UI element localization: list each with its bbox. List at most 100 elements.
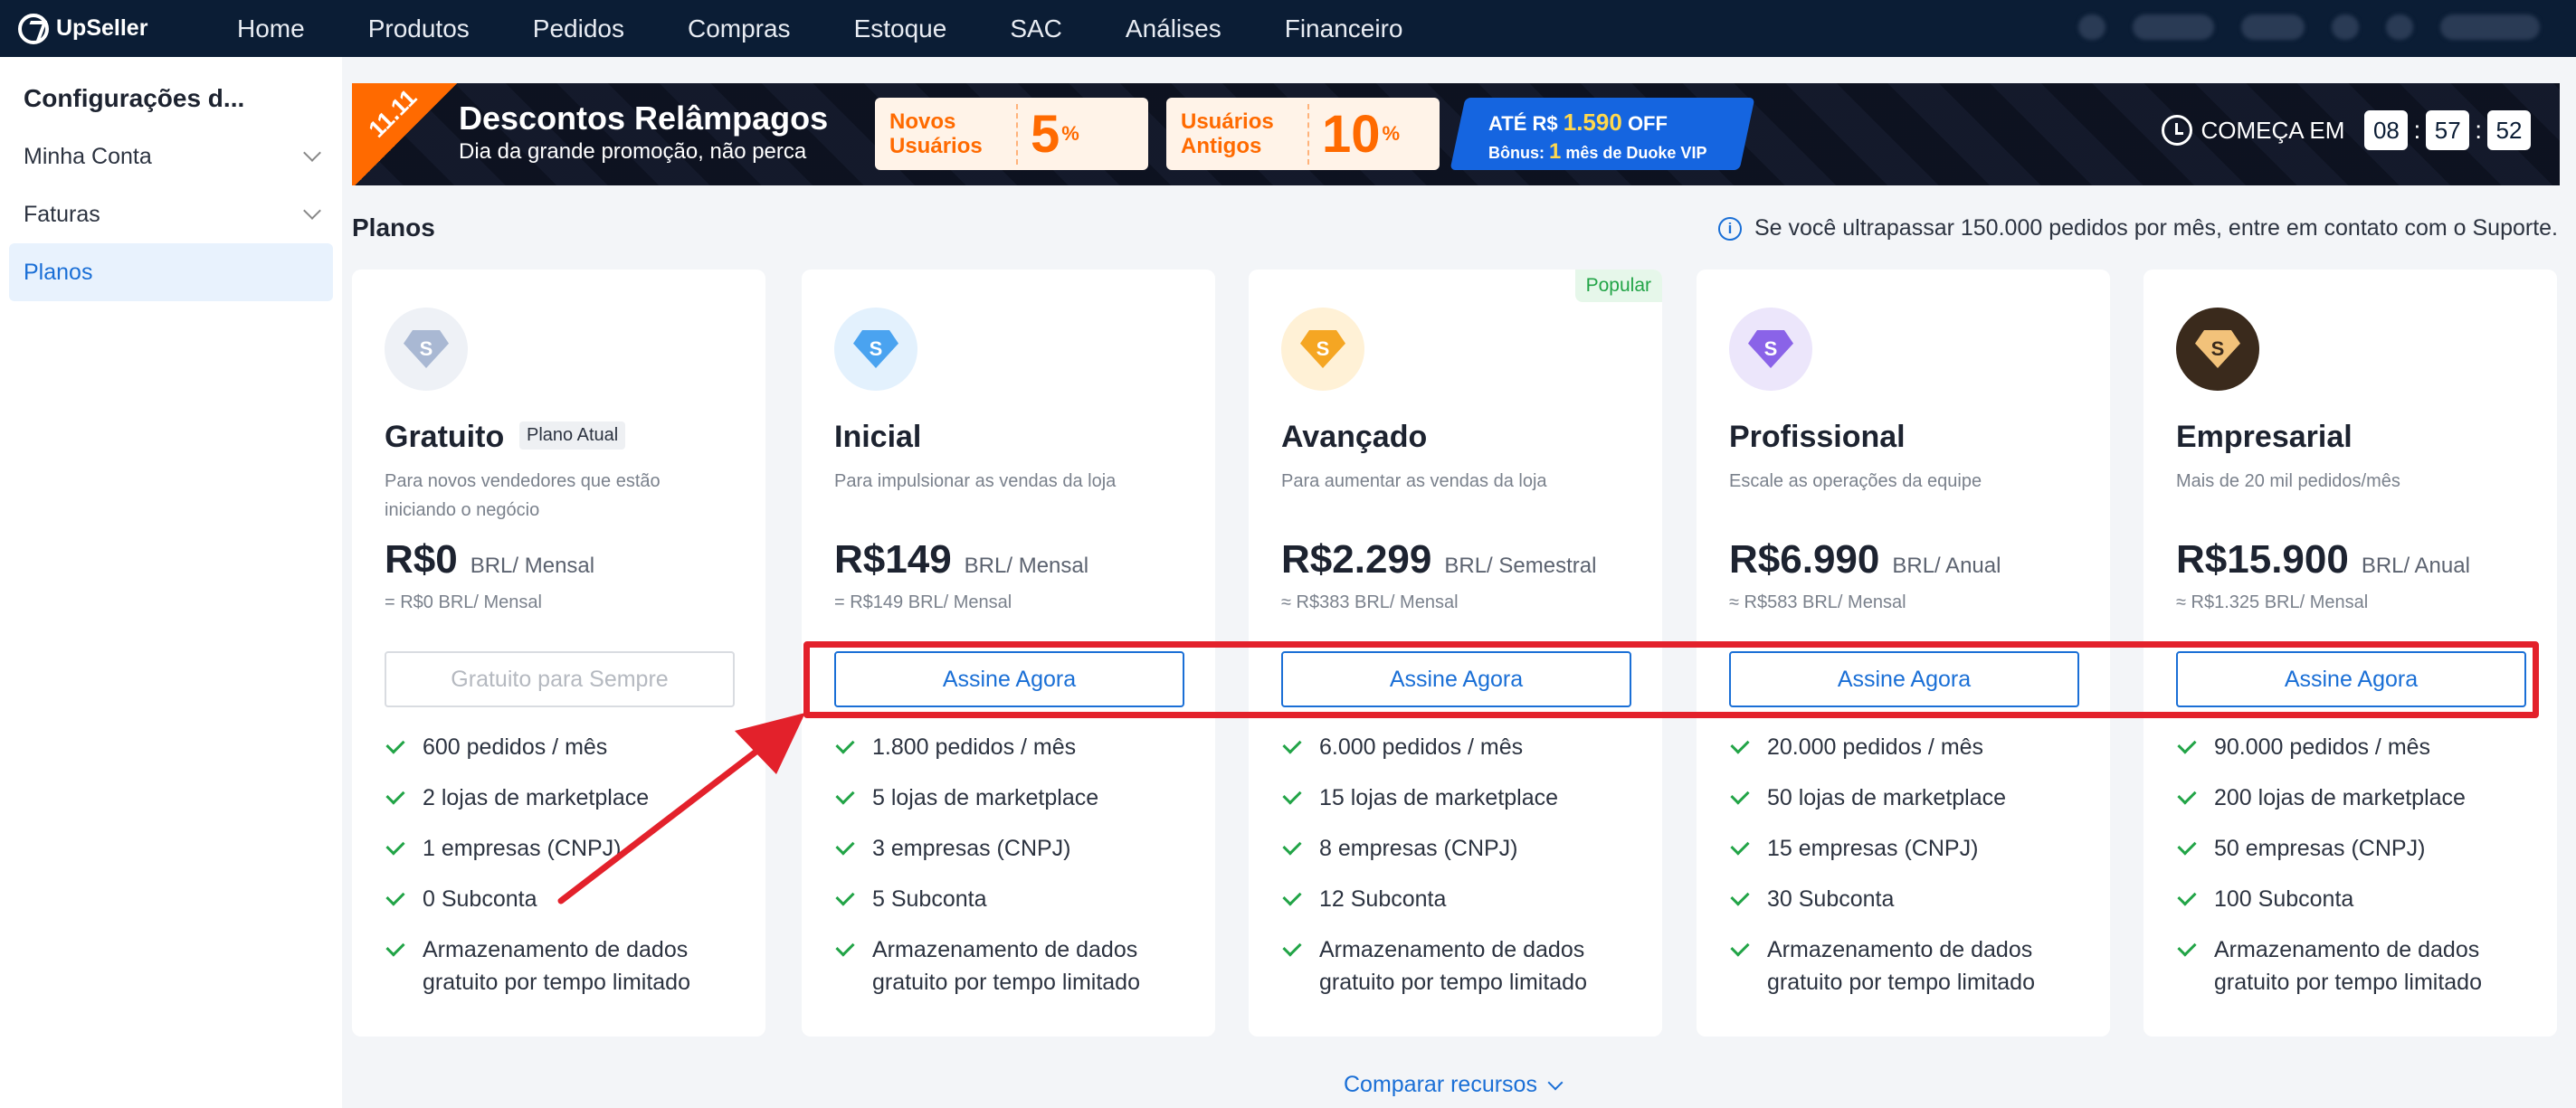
chevron-down-icon: [303, 144, 321, 162]
plan-price: R$0 BRL/ Mensal: [385, 537, 594, 582]
plan-price: R$149 BRL/ Mensal: [834, 537, 1088, 582]
feature-text: 5 lojas de marketplace: [872, 785, 1099, 810]
coupon-label: Usuários Antigos: [1181, 109, 1274, 158]
feature-text: 1.800 pedidos / mês: [872, 734, 1077, 760]
feature-text: 50 empresas (CNPJ): [2214, 836, 2426, 861]
promo-bonus-line: Bônus: 1 mês de Duoke VIP: [1488, 139, 1706, 165]
user-area-blurred: [2078, 14, 2540, 40]
feature-list: 600 pedidos / mês 2 lojas de marketplace…: [385, 731, 746, 1017]
blurred-icon[interactable]: [2078, 14, 2105, 40]
price-unit: BRL/ Anual: [1892, 554, 2001, 578]
plan-description: Para impulsionar as vendas da loja: [834, 471, 1117, 491]
coupon-old-users: Usuários Antigos 10 %: [1166, 98, 1440, 170]
feature-item: 12 Subconta: [1281, 883, 1643, 915]
feature-text: Armazenamento de dados gratuito por temp…: [423, 937, 690, 995]
subscribe-button[interactable]: Assine Agora: [2176, 651, 2526, 707]
price-note: ≈ R$1.325 BRL/ Mensal: [2176, 592, 2369, 612]
price-value: R$2.299: [1281, 537, 1432, 582]
check-icon: [1730, 886, 1750, 906]
countdown-hours: 08: [2364, 110, 2409, 150]
feature-text: 15 lojas de marketplace: [1319, 785, 1559, 810]
blurred-item[interactable]: [2241, 14, 2305, 40]
plan-description: Mais de 20 mil pedidos/mês: [2176, 471, 2400, 491]
nav-home[interactable]: Home: [237, 14, 305, 43]
nav-analises[interactable]: Análises: [1126, 14, 1221, 43]
sidebar-item-planos[interactable]: Planos: [9, 243, 333, 301]
check-icon: [385, 734, 405, 754]
sidebar-item-label: Minha Conta: [24, 143, 152, 169]
check-icon: [385, 886, 405, 906]
nav-financeiro[interactable]: Financeiro: [1285, 14, 1403, 43]
feature-text: Armazenamento de dados gratuito por temp…: [1319, 937, 1587, 995]
feature-item: 30 Subconta: [1729, 883, 2091, 915]
app-logo[interactable]: UpSeller: [18, 13, 199, 44]
check-icon: [1282, 785, 1302, 805]
chevron-down-icon: [1547, 1075, 1564, 1090]
price-value: R$149: [834, 537, 952, 582]
blurred-user[interactable]: [2440, 14, 2540, 40]
feature-text: Armazenamento de dados gratuito por temp…: [872, 937, 1140, 995]
check-icon: [2177, 836, 2197, 856]
feature-item: Armazenamento de dados gratuito por temp…: [2176, 933, 2538, 999]
banner-corner-badge: 11.11: [352, 83, 461, 185]
countdown-timer: COMEÇA EM 08 : 57 : 52: [2161, 110, 2531, 150]
plan-price: R$2.299 BRL/ Semestral: [1281, 537, 1596, 582]
check-icon: [835, 886, 855, 906]
feature-text: 1 empresas (CNPJ): [423, 836, 622, 861]
subscribe-button[interactable]: Assine Agora: [1729, 651, 2079, 707]
price-unit: BRL/ Mensal: [964, 554, 1089, 578]
price-note: ≈ R$383 BRL/ Mensal: [1281, 592, 1459, 612]
promo-prefix: ATÉ R$: [1488, 112, 1558, 135]
blurred-icon[interactable]: [2332, 14, 2359, 40]
current-plan-badge: Plano Atual: [519, 421, 626, 450]
feature-item: 15 lojas de marketplace: [1281, 781, 1643, 814]
sidebar-item-minha-conta[interactable]: Minha Conta: [9, 128, 333, 185]
nav-estoque[interactable]: Estoque: [854, 14, 947, 43]
feature-text: Armazenamento de dados gratuito por temp…: [1767, 937, 2035, 995]
sidebar-item-faturas[interactable]: Faturas: [9, 185, 333, 243]
subscribe-button[interactable]: Assine Agora: [834, 651, 1184, 707]
check-icon: [1730, 937, 1750, 957]
blurred-icon[interactable]: [2386, 14, 2413, 40]
plan-card-empresarial: S Empresarial Mais de 20 mil pedidos/mês…: [2143, 270, 2557, 1037]
feature-text: 90.000 pedidos / mês: [2214, 734, 2431, 760]
plan-icon: S: [1281, 308, 1364, 391]
main-nav: Home Produtos Pedidos Compras Estoque SA…: [237, 14, 1466, 43]
feature-text: Armazenamento de dados gratuito por temp…: [2214, 937, 2482, 995]
sidebar-item-label: Faturas: [24, 201, 100, 227]
check-icon: [2177, 785, 2197, 805]
feature-item: 90.000 pedidos / mês: [2176, 731, 2538, 763]
check-icon: [2177, 937, 2197, 957]
bonus-count: 1: [1549, 139, 1562, 164]
feature-item: 1.800 pedidos / mês: [834, 731, 1196, 763]
plan-price: R$15.900 BRL/ Anual: [2176, 537, 2470, 582]
nav-produtos[interactable]: Produtos: [368, 14, 470, 43]
feature-item: 2 lojas de marketplace: [385, 781, 746, 814]
blurred-item[interactable]: [2133, 14, 2214, 40]
compare-features-link[interactable]: Comparar recursos: [1344, 1072, 1564, 1098]
promo-banner[interactable]: 11.11 Descontos Relâmpagos Dia da grande…: [352, 83, 2560, 185]
subscribe-button[interactable]: Assine Agora: [1281, 651, 1631, 707]
plan-icon: S: [1729, 308, 1812, 391]
price-note: ≈ R$583 BRL/ Mensal: [1729, 592, 1906, 612]
coupon-new-users: Novos Usuários 5 %: [875, 98, 1148, 170]
alarm-clock-icon: [2161, 115, 2192, 146]
check-icon: [385, 785, 405, 805]
nav-sac[interactable]: SAC: [1010, 14, 1062, 43]
coupon-value: 5: [1016, 103, 1060, 165]
feature-item: 15 empresas (CNPJ): [1729, 832, 2091, 865]
page-title: Planos: [352, 213, 435, 241]
plan-card-inicial: S Inicial Para impulsionar as vendas da …: [802, 270, 1215, 1037]
check-icon: [1282, 836, 1302, 856]
popular-badge: Popular: [1574, 270, 1662, 302]
diamond-icon: S: [1748, 330, 1793, 368]
price-value: R$6.990: [1729, 537, 1880, 582]
nav-compras[interactable]: Compras: [688, 14, 791, 43]
nav-pedidos[interactable]: Pedidos: [533, 14, 624, 43]
feature-text: 12 Subconta: [1319, 886, 1447, 912]
check-icon: [385, 836, 405, 856]
banner-badge-text: 11.11: [363, 83, 423, 143]
plan-name: Profissional: [1729, 420, 1906, 454]
plan-icon: S: [834, 308, 917, 391]
free-forever-button: Gratuito para Sempre: [385, 651, 735, 707]
